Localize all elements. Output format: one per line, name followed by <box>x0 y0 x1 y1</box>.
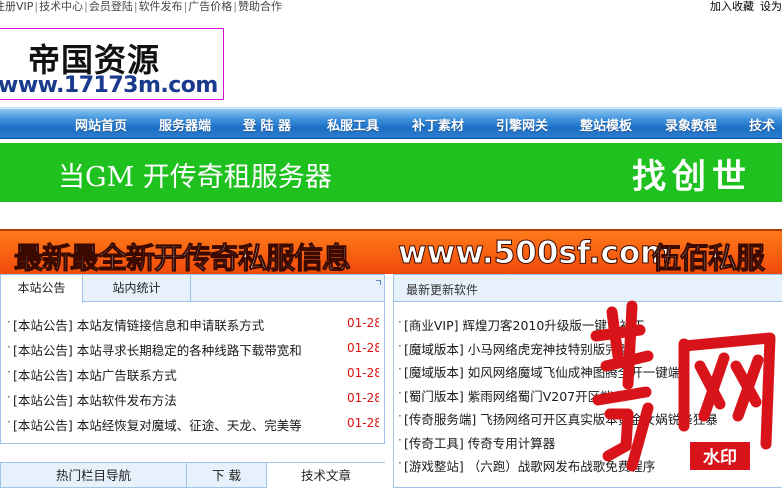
notice-title[interactable]: [本站公告] 本站寻求长期稳定的各种线路下载带宽和 <box>13 340 333 359</box>
bullet-icon: · <box>398 385 402 400</box>
ad-left-text: 最新最全新开传奇私服信息 <box>13 241 351 275</box>
notice-title[interactable]: [本站公告] 本站经恢复对魔域、征途、天龙、完美等 <box>13 415 333 434</box>
banner-right-text: 找创世 <box>632 157 752 197</box>
bullet-icon: · <box>7 415 11 429</box>
nav-item-site-templates[interactable]: 整站模板 <box>580 115 632 134</box>
ad-right-text: 伍佰私服 <box>651 241 765 275</box>
list-item[interactable]: · [本站公告] 本站寻求长期稳定的各种线路下载带宽和 01-28 <box>7 338 379 363</box>
notice-title[interactable]: [本站公告] 本站广告联系方式 <box>13 365 333 384</box>
top-link-bar: 注册VIP|技术中心|会员登陆|软件发布|广告价格|赞助合作 加入收藏设为 <box>0 0 782 14</box>
nav-item-video-tutorials[interactable]: 录象教程 <box>665 115 717 134</box>
panel-title: 最新更新软件 <box>406 283 479 297</box>
logo-url-text: www.17173m.com <box>0 73 218 98</box>
software-title[interactable]: [魔域版本] 小马网络虎宠神技特别版完整 <box>404 339 630 358</box>
tab-download[interactable]: 下 载 <box>187 463 267 488</box>
nav-item-tech[interactable]: 技术 <box>749 115 775 134</box>
add-favorite-link[interactable]: 加入收藏 <box>710 0 754 13</box>
list-item[interactable]: · [本站公告] 本站软件发布方法 01-28 <box>7 388 379 413</box>
notice-date: 01-28 <box>347 416 379 430</box>
list-item[interactable]: · [本站公告] 本站友情链接信息和申请联系方式 01-28 <box>7 313 379 338</box>
bullet-icon: · <box>7 315 11 329</box>
software-title[interactable]: [传奇工具] 传奇专用计算器 <box>404 433 555 452</box>
software-list: · [商业VIP] 辉煌刀客2010升级版一键端补丁 · [魔域版本] 小马网络虎宠… <box>398 313 778 478</box>
notice-title[interactable]: [本站公告] 本站软件发布方法 <box>13 390 333 409</box>
main-nav: 网站首页 服务器端 登 陆 器 私服工具 补丁素材 引擎网关 整站模板 录象教程… <box>0 107 782 139</box>
list-item[interactable]: · [蜀门版本] 紫雨网络蜀门V207开区端 <box>398 384 778 408</box>
bullet-icon: · <box>398 338 402 353</box>
software-title[interactable]: [魔域版本] 如风网络魔域飞仙成神图腾全开一键端 <box>404 362 680 381</box>
bullet-icon: · <box>398 456 402 470</box>
notice-list: · [本站公告] 本站友情链接信息和申请联系方式 01-28 · [本站公告] … <box>7 313 379 438</box>
list-item[interactable]: · [商业VIP] 辉煌刀客2010升级版一键端补丁 <box>398 313 778 337</box>
list-item[interactable]: · [传奇工具] 传奇专用计算器 <box>398 431 778 455</box>
top-link-sponsor[interactable]: 赞助合作 <box>238 0 282 13</box>
notice-title[interactable]: [本站公告] 本站友情链接信息和申请联系方式 <box>13 315 333 334</box>
list-item[interactable]: · [游戏整站] （六跑）战歌网发布战歌免费程序 <box>398 454 778 478</box>
site-logo[interactable]: 帝国资源 www.17173m.com <box>0 28 224 100</box>
software-title[interactable]: [传奇服务端] 飞扬网络可开区真实版本黄金女娲锐锋狂暴 <box>404 409 718 428</box>
notice-tabs: 本站公告 站内统计 <box>1 275 384 303</box>
top-link-ad-price[interactable]: 广告价格 <box>188 0 232 13</box>
bullet-icon: · <box>398 362 402 376</box>
bullet-icon: · <box>7 390 11 404</box>
bottom-tabs: 热门栏目导航 下 载 技术文章 <box>0 462 385 488</box>
list-item[interactable]: · [本站公告] 本站广告联系方式 01-28 <box>7 363 379 388</box>
bullet-icon: · <box>7 340 11 354</box>
latest-software-panel: 最新更新软件 · [商业VIP] 辉煌刀客2010升级版一键端补丁 · [魔域版本]… <box>393 274 782 488</box>
software-title[interactable]: [游戏整站] （六跑）战歌网发布战歌免费程序 <box>404 456 655 475</box>
nav-item-login-client[interactable]: 登 陆 器 <box>243 115 291 134</box>
panel-header: 最新更新软件 <box>394 275 782 302</box>
nav-item-home[interactable]: 网站首页 <box>75 115 127 134</box>
notice-date: 01-28 <box>347 366 379 380</box>
tab-hot-columns[interactable]: 热门栏目导航 <box>1 463 187 488</box>
bullet-icon: · <box>398 315 402 329</box>
notice-date: 01-28 <box>347 316 379 330</box>
list-item[interactable]: · [魔域版本] 小马网络虎宠神技特别版完整 <box>398 337 778 361</box>
software-title[interactable]: [蜀门版本] 紫雨网络蜀门V207开区端 <box>404 386 613 405</box>
list-item[interactable]: · [本站公告] 本站经恢复对魔域、征途、天龙、完美等 01-28 <box>7 413 379 438</box>
bullet-icon: · <box>7 365 11 379</box>
software-title[interactable]: [商业VIP] 辉煌刀客2010升级版一键端补丁 <box>404 315 644 334</box>
gm-server-banner[interactable]: 当GM 开传奇租服务器 找创世 <box>0 143 782 202</box>
notice-date: 01-28 <box>347 391 379 405</box>
top-link-tech-center[interactable]: 技术中心 <box>39 0 83 13</box>
notice-date: 01-28 <box>347 341 379 355</box>
tab-tech-articles[interactable]: 技术文章 <box>267 463 385 488</box>
corner-arrow-icon <box>376 280 381 285</box>
tab-site-stats[interactable]: 站内统计 <box>83 275 191 302</box>
list-item[interactable]: · [魔域版本] 如风网络魔域飞仙成神图腾全开一键端 <box>398 360 778 384</box>
nav-item-patch-assets[interactable]: 补丁素材 <box>412 115 464 134</box>
top-right-links: 加入收藏 设为 <box>704 0 782 14</box>
top-link-software-publish[interactable]: 软件发布 <box>139 0 183 13</box>
500sf-ad-banner[interactable]: 最新最全新开传奇私服信息 www.500sf.com 伍佰私服 <box>0 229 782 274</box>
top-link-member-login[interactable]: 会员登陆 <box>89 0 133 13</box>
bullet-icon: · <box>398 432 402 447</box>
top-links: 注册VIP|技术中心|会员登陆|软件发布|广告价格|赞助合作 <box>0 0 282 14</box>
nav-item-engine-gateway[interactable]: 引擎网关 <box>496 115 548 134</box>
banner-left-text: 当GM 开传奇租服务器 <box>58 162 332 193</box>
set-homepage-link[interactable]: 设为 <box>760 0 782 13</box>
ad-url-text: www.500sf.com <box>397 235 673 272</box>
notice-panel: 本站公告 站内统计 · [本站公告] 本站友情链接信息和申请联系方式 01-28… <box>0 274 385 444</box>
nav-item-private-tools[interactable]: 私服工具 <box>327 115 379 134</box>
bullet-icon: · <box>398 409 402 423</box>
top-link-register-vip[interactable]: 注册VIP <box>0 0 33 13</box>
list-item[interactable]: · [传奇服务端] 飞扬网络可开区真实版本黄金女娲锐锋狂暴 <box>398 407 778 431</box>
tab-site-notice[interactable]: 本站公告 <box>1 275 83 303</box>
nav-item-server[interactable]: 服务器端 <box>159 115 211 134</box>
